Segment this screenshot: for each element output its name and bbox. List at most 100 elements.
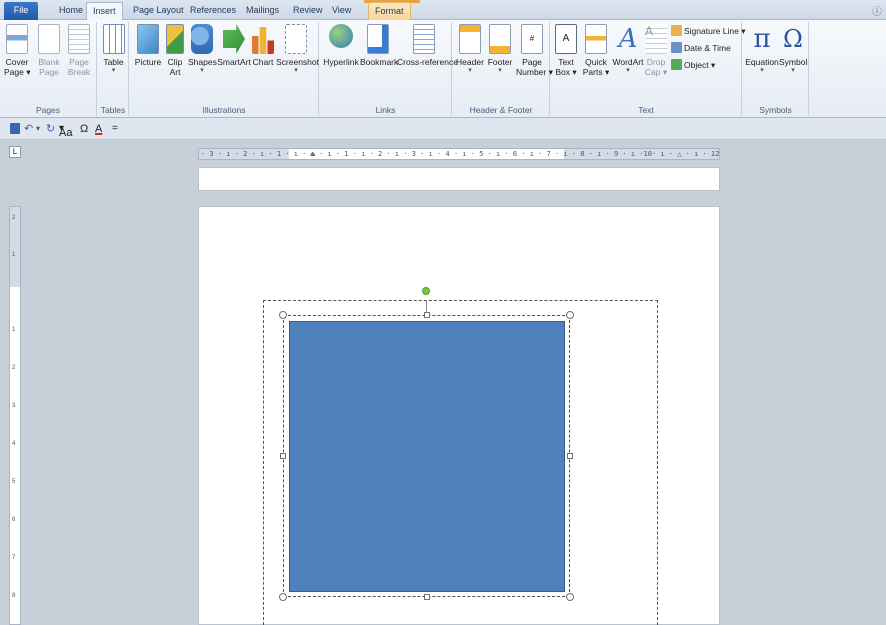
- font-color-icon[interactable]: A: [95, 122, 102, 136]
- group-label-header-footer: Header & Footer: [469, 105, 533, 115]
- table-button[interactable]: Table ▾: [101, 24, 126, 75]
- text-box-button[interactable]: A Text Box ▾: [553, 24, 579, 77]
- group-label-pages: Pages: [35, 105, 61, 115]
- help-icon[interactable]: ⓘ: [872, 3, 882, 18]
- omega-icon[interactable]: Ω: [80, 122, 88, 136]
- undo-dropdown-icon[interactable]: ▾: [36, 122, 40, 136]
- date-time-button[interactable]: Date & Time: [671, 41, 731, 55]
- resize-handle-bottom[interactable]: [424, 594, 430, 600]
- change-case-icon[interactable]: Aa ▾: [59, 122, 72, 139]
- equation-button[interactable]: π Equation ▾: [745, 24, 779, 75]
- chevron-down-icon: ▾: [498, 67, 502, 74]
- resize-handle-top-right[interactable]: [566, 311, 574, 319]
- symbol-button[interactable]: Ω Symbol ▾: [779, 24, 807, 75]
- vruler-tick: 8: [12, 593, 16, 599]
- header-button[interactable]: Header ▾: [455, 24, 485, 75]
- quick-parts-icon: [585, 24, 607, 54]
- globe-link-icon: [329, 24, 353, 48]
- group-label-links: Links: [375, 105, 396, 115]
- tab-selector[interactable]: L: [9, 146, 21, 158]
- cross-reference-icon: [412, 24, 435, 54]
- resize-handle-right[interactable]: [567, 453, 573, 459]
- page-break-icon: [68, 24, 90, 54]
- tab-mailings[interactable]: Mailings: [240, 2, 285, 20]
- chevron-down-icon: ▾: [760, 67, 764, 74]
- drop-cap-icon: A: [645, 24, 667, 54]
- save-icon[interactable]: [10, 123, 20, 134]
- horizontal-ruler[interactable]: · 3 · ı · 2 · ı · 1 · ı · ⏏ · ı · 1 · ı …: [198, 148, 720, 160]
- object-icon: [671, 59, 682, 70]
- wordart-icon: A: [618, 24, 638, 54]
- redo-icon[interactable]: ↻: [46, 122, 55, 136]
- group-illustrations: Picture Clip Art Shapes ▾ SmartArt Chart…: [130, 22, 319, 116]
- undo-icon[interactable]: ↶: [24, 122, 33, 136]
- group-symbols: π Equation ▾ Ω Symbol ▾ Symbols: [743, 22, 809, 116]
- page-break-button[interactable]: Page Break: [66, 24, 92, 77]
- text-box-icon: A: [555, 24, 577, 54]
- customize-qat-icon[interactable]: =: [112, 122, 118, 136]
- tab-home[interactable]: Home: [53, 2, 89, 20]
- cross-reference-button[interactable]: Cross-reference: [397, 24, 458, 67]
- wordart-button[interactable]: A WordArt ▾: [611, 24, 645, 75]
- ribbon: Cover Page ▾ Blank Page Page Break Pages…: [0, 20, 886, 118]
- resize-handle-bottom-left[interactable]: [279, 593, 287, 601]
- group-pages: Cover Page ▾ Blank Page Page Break Pages: [0, 22, 97, 116]
- screenshot-icon: [285, 24, 307, 54]
- cover-page-button[interactable]: Cover Page ▾: [4, 24, 31, 77]
- tab-review[interactable]: Review: [287, 2, 329, 20]
- screenshot-button[interactable]: Screenshot ▾: [276, 24, 319, 75]
- group-label-tables: Tables: [100, 105, 126, 115]
- group-header-footer: Header ▾ Footer ▾ # Page Number ▾ Header…: [453, 22, 553, 116]
- chevron-down-icon: ▾: [626, 67, 630, 74]
- resize-handle-left[interactable]: [280, 453, 286, 459]
- signature-icon: [671, 25, 682, 36]
- quick-access-toolbar: ↶ ▾ ↻ Aa ▾ Ω A =: [0, 118, 886, 140]
- shapes-button[interactable]: Shapes ▾: [188, 24, 217, 75]
- quick-parts-button[interactable]: Quick Parts ▾: [581, 24, 611, 77]
- bookmark-button[interactable]: Bookmark: [360, 24, 398, 67]
- clip-art-icon: [166, 24, 184, 54]
- chart-button[interactable]: Chart: [251, 24, 275, 67]
- ribbon-tab-bar: File Home Insert Page Layout References …: [0, 0, 886, 21]
- smartart-icon: [223, 24, 245, 54]
- calendar-icon: [671, 42, 682, 53]
- chart-icon: [252, 27, 274, 54]
- tab-format[interactable]: Format: [368, 2, 411, 20]
- rotation-handle[interactable]: [422, 287, 430, 295]
- previous-page-bottom: [198, 167, 720, 191]
- resize-handle-bottom-right[interactable]: [566, 593, 574, 601]
- bookmark-icon: [367, 24, 389, 54]
- tab-file[interactable]: File: [4, 2, 38, 20]
- smartart-button[interactable]: SmartArt: [217, 24, 251, 67]
- tab-page-layout[interactable]: Page Layout: [127, 2, 190, 20]
- chevron-down-icon: ▾: [200, 67, 204, 74]
- group-text: A Text Box ▾ Quick Parts ▾ A WordArt ▾ A…: [551, 22, 745, 116]
- resize-handle-top[interactable]: [424, 312, 430, 318]
- object-button[interactable]: Object ▾: [671, 58, 715, 72]
- vertical-ruler[interactable]: 2 1 1 2 3 4 5 6 7 8: [9, 206, 21, 625]
- drop-cap-button[interactable]: A Drop Cap ▾: [644, 24, 668, 77]
- clip-art-button[interactable]: Clip Art: [165, 24, 185, 77]
- tab-insert[interactable]: Insert: [86, 2, 123, 21]
- vruler-tick: 3: [12, 403, 16, 409]
- vruler-tick: 7: [12, 555, 16, 561]
- group-label-illustrations: Illustrations: [202, 105, 246, 115]
- document-area: L · 3 · ı · 2 · ı · 1 · ı · ⏏ · ı · 1 · …: [0, 140, 886, 625]
- signature-line-button[interactable]: Signature Line ▾: [671, 24, 745, 38]
- ruler-scale: · 3 · ı · 2 · ı · 1 · ı · ⏏ · ı · 1 · ı …: [201, 150, 720, 158]
- tab-references[interactable]: References: [184, 2, 242, 20]
- group-label-symbols: Symbols: [759, 105, 792, 115]
- picture-button[interactable]: Picture: [133, 24, 163, 67]
- pi-icon: π: [753, 24, 771, 54]
- vruler-tick: 2: [12, 215, 16, 221]
- blank-page-button[interactable]: Blank Page: [36, 24, 62, 77]
- tab-view[interactable]: View: [326, 2, 357, 20]
- chevron-down-icon: ▾: [294, 67, 298, 74]
- document-page[interactable]: [198, 206, 720, 625]
- footer-button[interactable]: Footer ▾: [485, 24, 515, 75]
- hyperlink-button[interactable]: Hyperlink: [322, 24, 360, 67]
- shapes-icon: [191, 24, 213, 54]
- page-number-button[interactable]: # Page Number ▾: [516, 24, 553, 77]
- resize-handle-top-left[interactable]: [279, 311, 287, 319]
- rectangle-shape[interactable]: [289, 321, 565, 592]
